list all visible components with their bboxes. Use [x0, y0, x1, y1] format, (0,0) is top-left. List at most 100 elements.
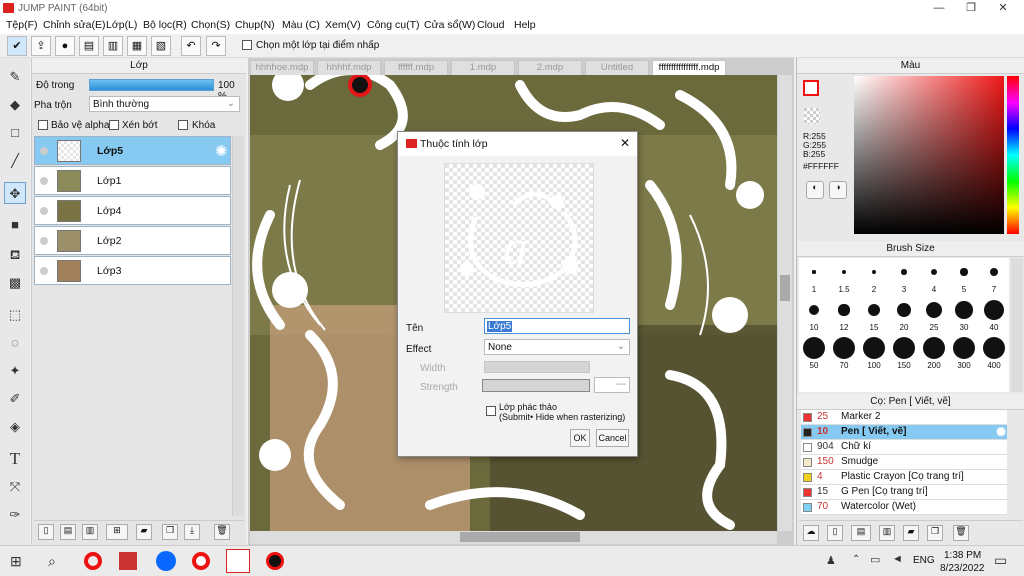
menu-capture[interactable]: Chụp(N) — [235, 19, 275, 31]
folder-icon[interactable]: ▰ — [136, 524, 152, 540]
brush-size-cell[interactable]: 300 — [949, 334, 979, 372]
opera-icon[interactable] — [84, 552, 102, 570]
zalo-icon[interactable] — [156, 551, 176, 571]
layer-row[interactable]: Lớp3 — [34, 256, 231, 285]
brush-size-cell[interactable]: 12 — [829, 296, 859, 334]
opera-gx-icon[interactable] — [192, 552, 210, 570]
eraser-tool-icon[interactable]: ◆ — [4, 94, 26, 116]
effect-select[interactable]: None ⌄ — [484, 339, 630, 355]
strength-slider[interactable] — [482, 379, 590, 392]
menu-filter[interactable]: Bộ lọc(R) — [143, 19, 187, 31]
text-tool-icon[interactable]: T — [4, 448, 26, 470]
clock-time[interactable]: 1:38 PM — [944, 550, 981, 561]
brush-menu-icon[interactable]: ▤ — [851, 525, 871, 541]
brush-item[interactable]: 10 Pen [ Viết, vẽ] ✺ — [801, 425, 1007, 440]
brush-size-cell[interactable]: 4 — [919, 258, 949, 296]
check-icon[interactable]: ✔ — [7, 36, 27, 56]
palette-edit-icon[interactable]: ◑ — [829, 181, 847, 199]
close-button[interactable]: ✕ — [988, 0, 1018, 17]
layer-name-input[interactable]: Lớp5 — [484, 318, 630, 334]
export-icon[interactable]: ⇪ — [31, 36, 51, 56]
color-picker-field[interactable] — [854, 76, 1004, 234]
duplicate-icon[interactable]: ❐ — [927, 525, 943, 541]
language-indicator[interactable]: ENG — [913, 555, 935, 566]
gear-icon[interactable]: ✺ — [215, 142, 228, 160]
sketch-layer-checkbox[interactable] — [486, 406, 496, 416]
brush-size-cell[interactable]: 1 — [799, 258, 829, 296]
tab-document[interactable]: ffffff.mdp — [384, 60, 448, 76]
eyedropper-tool-icon[interactable]: ✑ — [4, 504, 26, 526]
maximize-button[interactable]: ❐ — [956, 0, 986, 17]
brush-size-cell[interactable]: 100 — [859, 334, 889, 372]
brush-size-cell[interactable]: 40 — [979, 296, 1009, 334]
strength-input[interactable]: --- — [594, 377, 630, 393]
new-raster-icon[interactable]: ▤ — [60, 524, 76, 540]
bucket-tool-icon[interactable]: ⛾ — [4, 244, 26, 266]
select-pen-icon[interactable]: ✐ — [4, 388, 26, 410]
gear-icon[interactable]: ✺ — [996, 425, 1006, 439]
comment-icon[interactable]: ▤ — [79, 36, 99, 56]
brush-size-cell[interactable]: 400 — [979, 334, 1009, 372]
clock-date[interactable]: 8/23/2022 — [940, 563, 985, 574]
undo-icon[interactable]: ↶ — [181, 36, 201, 56]
gradient-tool-icon[interactable]: ▩ — [4, 272, 26, 294]
layer-row[interactable]: Lớp5 ✺ — [34, 136, 231, 165]
brush-size-cell[interactable]: 150 — [889, 334, 919, 372]
tab-document[interactable]: Untitled — [585, 60, 649, 76]
hue-slider[interactable] — [1007, 76, 1019, 234]
tray-chevron-icon[interactable]: ⌃ — [852, 554, 860, 565]
brush-item[interactable]: 4 Plastic Crayon [Cọ trang trí] — [801, 470, 1007, 485]
people-icon[interactable]: ♟ — [826, 554, 836, 567]
lasso-select-icon[interactable]: ◌ — [4, 332, 26, 354]
menu-tools[interactable]: Công cụ(T) — [367, 19, 420, 31]
menu-help[interactable]: Help — [514, 19, 536, 31]
fill-rect-tool-icon[interactable]: ■ — [4, 214, 26, 236]
brush-item[interactable]: 15 G Pen [Cọ trang trí] — [801, 485, 1007, 500]
brush-size-cell[interactable]: 1.5 — [829, 258, 859, 296]
line-tool-icon[interactable]: ╱ — [4, 150, 26, 172]
lock-checkbox[interactable] — [178, 120, 188, 130]
trash-icon[interactable]: 🗑 — [214, 524, 230, 540]
brush-size-cell[interactable]: 70 — [829, 334, 859, 372]
record-icon[interactable] — [266, 552, 284, 570]
new-brush-icon[interactable]: ▯ — [827, 525, 843, 541]
tab-document[interactable]: hhhhf.mdp — [317, 60, 381, 76]
brush-size-cell[interactable]: 5 — [949, 258, 979, 296]
foreground-color-swatch[interactable] — [803, 80, 819, 96]
vertical-scrollbar[interactable] — [778, 75, 792, 531]
add-menu-icon[interactable]: ⊞ — [106, 524, 128, 540]
duplicate-icon[interactable]: ❐ — [162, 524, 178, 540]
jump-paint-taskbar-icon[interactable] — [226, 549, 250, 573]
network-icon[interactable]: ▭ — [870, 553, 880, 566]
brush-size-cell[interactable]: 7 — [979, 258, 1009, 296]
blend-mode-select[interactable]: Bình thường ⌄ — [89, 96, 240, 112]
rect-select-icon[interactable]: ⬚ — [4, 304, 26, 326]
brush-size-cell[interactable]: 50 — [799, 334, 829, 372]
magic-wand-icon[interactable]: ✦ — [4, 360, 26, 382]
menu-select[interactable]: Chọn(S) — [191, 19, 230, 31]
ok-button[interactable]: OK — [570, 429, 590, 447]
grid-icon[interactable]: ▧ — [151, 36, 171, 56]
merge-icon[interactable]: ⤓ — [184, 524, 200, 540]
layer-row[interactable]: Lớp4 — [34, 196, 231, 225]
new-text-layer-icon[interactable]: ▥ — [82, 524, 98, 540]
palette-icon[interactable]: ◐ — [806, 181, 824, 199]
protect-alpha-checkbox[interactable] — [38, 120, 48, 130]
close-icon[interactable]: ✕ — [620, 136, 630, 150]
select-layer-checkbox[interactable] — [242, 40, 252, 50]
transparent-color-swatch[interactable] — [804, 108, 820, 124]
brush-size-cell[interactable]: 3 — [889, 258, 919, 296]
brush-size-cell[interactable]: 15 — [859, 296, 889, 334]
windows-start-icon[interactable]: ⊞ — [10, 553, 22, 570]
brush-item[interactable]: 150 Smudge — [801, 455, 1007, 470]
new-layer-icon[interactable]: ▯ — [38, 524, 54, 540]
brush-size-cell[interactable]: 20 — [889, 296, 919, 334]
menu-file[interactable]: Tệp(F) — [6, 19, 38, 31]
brush-item[interactable]: 904 Chữ kí — [801, 440, 1007, 455]
page-icon[interactable]: ▥ — [103, 36, 123, 56]
frame-icon[interactable]: ▦ — [127, 36, 147, 56]
brush-size-cell[interactable]: 200 — [919, 334, 949, 372]
width-slider[interactable] — [484, 361, 590, 373]
app-grid-icon[interactable] — [119, 552, 137, 570]
rectangle-tool-icon[interactable]: □ — [4, 122, 26, 144]
